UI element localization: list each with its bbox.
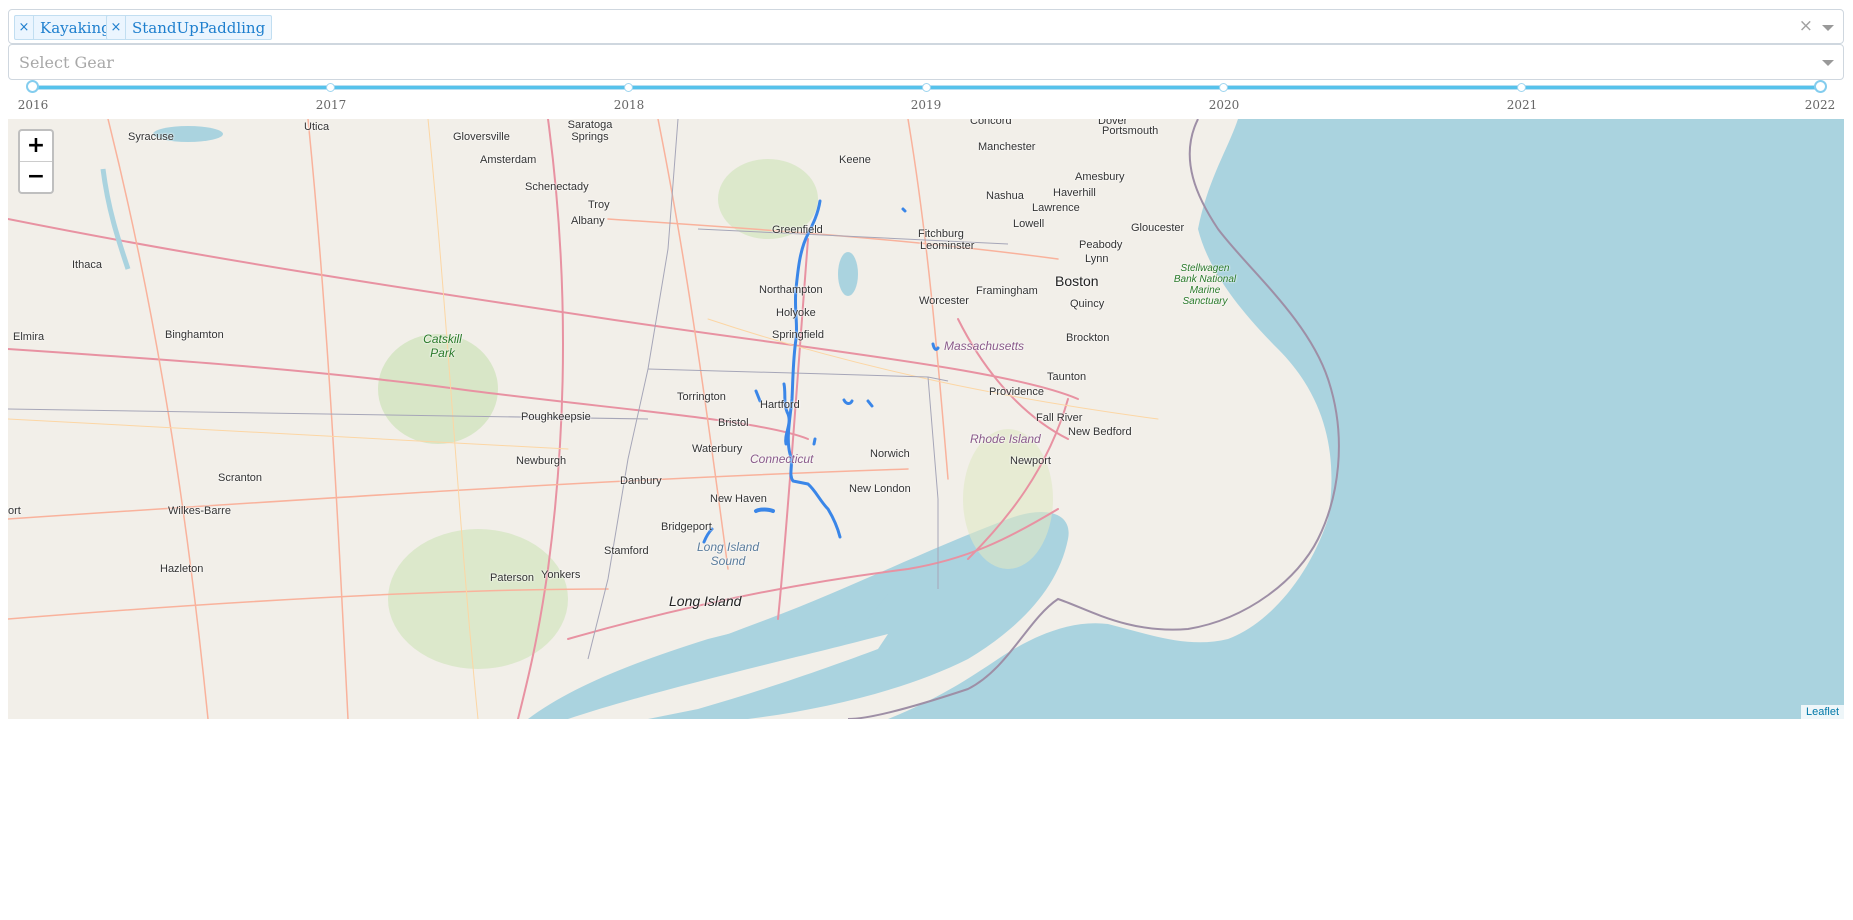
place-label: Lawrence <box>1032 202 1080 214</box>
zoom-control: + − <box>18 129 54 194</box>
state-label: Massachusetts <box>944 339 1025 353</box>
place-label: Gloucester <box>1131 222 1185 234</box>
place-label: Gloversville <box>453 131 510 143</box>
slider-mark[interactable]: 2017 <box>311 98 351 112</box>
remove-standuppaddling-icon[interactable]: × <box>107 16 126 39</box>
place-label: Hazleton <box>160 563 204 575</box>
zoom-out-button[interactable]: − <box>20 161 52 192</box>
place-label: Troy <box>588 199 610 211</box>
place-label: Saratoga Springs <box>567 119 613 143</box>
place-label: Stamford <box>604 545 649 557</box>
place-label: Taunton <box>1047 371 1087 383</box>
place-label: Scranton <box>218 472 263 484</box>
place-label: Concord <box>970 119 1012 127</box>
place-label: Keene <box>839 154 871 166</box>
place-label: Bridgeport <box>661 521 712 533</box>
place-label: Poughkeepsie <box>521 411 591 423</box>
place-label: New Haven <box>710 493 767 505</box>
place-label: Yonkers <box>541 569 581 581</box>
slider-dot <box>326 83 335 92</box>
place-label: Elmira <box>13 331 45 343</box>
remove-kayaking-icon[interactable]: × <box>15 16 34 39</box>
place-label: Fitchburg <box>918 228 964 240</box>
place-label: Utica <box>304 121 330 133</box>
place-label: Newburgh <box>516 455 567 467</box>
slider-dot <box>922 83 931 92</box>
place-label: Paterson <box>490 572 535 584</box>
tag-standuppaddling: × StandUpPaddling <box>106 15 273 40</box>
place-label: Long Island <box>669 593 742 609</box>
place-label: Amsterdam <box>480 154 537 166</box>
tag-label: StandUpPaddling <box>132 18 266 37</box>
place-label: Albany <box>571 215 605 227</box>
place-label: Leominster <box>920 240 975 252</box>
place-label: Brockton <box>1066 332 1110 344</box>
place-label: Amesbury <box>1075 171 1125 183</box>
dropdown-arrow-icon[interactable] <box>1822 25 1834 31</box>
place-label: Hartford <box>760 399 800 411</box>
place-label: Holyoke <box>776 307 816 319</box>
place-label: Newport <box>1010 455 1051 467</box>
place-label: ort <box>8 505 21 517</box>
place-label: Springfield <box>772 329 824 341</box>
slider-handle-start[interactable] <box>26 80 39 93</box>
map-container[interactable]: Syracuse Utica Gloversville Saratoga Spr… <box>8 119 1844 719</box>
clear-all-icon[interactable]: × <box>1799 16 1813 36</box>
place-label: Waterbury <box>692 443 743 455</box>
slider-dot <box>1219 83 1228 92</box>
state-label: Rhode Island <box>970 432 1041 446</box>
place-label: Manchester <box>978 141 1036 153</box>
place-label: Haverhill <box>1053 187 1096 199</box>
place-label: Norwich <box>870 448 910 460</box>
slider-mark[interactable]: 2020 <box>1204 98 1244 112</box>
leaflet-attribution-link[interactable]: Leaflet <box>1800 705 1844 719</box>
slider-dot <box>1517 83 1526 92</box>
map-tiles <box>8 119 1844 719</box>
place-label: Nashua <box>986 190 1024 202</box>
place-label: Binghamton <box>165 329 224 341</box>
slider-mark[interactable]: 2016 <box>13 98 53 112</box>
place-label: Providence <box>989 386 1045 398</box>
slider-mark[interactable]: 2022 <box>1800 98 1840 112</box>
state-label: Connecticut <box>750 452 814 466</box>
zoom-in-button[interactable]: + <box>20 131 52 161</box>
place-label: Peabody <box>1079 239 1123 251</box>
place-label: Danbury <box>620 475 662 487</box>
place-label: Wilkes-Barre <box>168 505 231 517</box>
year-range-slider[interactable]: 2016 2017 2018 2019 2020 2021 2022 <box>0 80 1853 118</box>
sanctuary-label: Stellwagen Bank National Marine Sanctuar… <box>1173 263 1237 307</box>
slider-handle-end[interactable] <box>1814 80 1827 93</box>
activity-multiselect[interactable]: × Kayaking × StandUpPaddling × <box>8 9 1844 44</box>
slider-mark[interactable]: 2018 <box>609 98 649 112</box>
place-label: Greenfield <box>772 224 823 236</box>
place-label: Northampton <box>759 284 823 296</box>
place-label: Torrington <box>677 391 726 403</box>
slider-dot <box>624 83 633 92</box>
place-label: Boston <box>1055 273 1099 289</box>
dropdown-arrow-icon[interactable] <box>1822 60 1834 66</box>
tag-label: Kayaking <box>40 18 111 37</box>
place-label: Portsmouth <box>1102 125 1159 137</box>
place-label: Quincy <box>1070 298 1105 310</box>
place-label: Bristol <box>718 417 749 429</box>
place-label: Fall River <box>1036 412 1083 424</box>
gear-select[interactable]: Select Gear <box>8 44 1844 80</box>
place-label: New Bedford <box>1068 426 1132 438</box>
slider-mark[interactable]: 2021 <box>1502 98 1542 112</box>
place-label: Lowell <box>1013 218 1045 230</box>
place-label: Syracuse <box>128 131 174 143</box>
place-label: New London <box>849 483 911 495</box>
gear-select-placeholder: Select Gear <box>19 53 114 72</box>
place-label: Worcester <box>919 295 969 307</box>
place-label: Schenectady <box>525 181 589 193</box>
place-label: Framingham <box>976 285 1038 297</box>
tag-kayaking: × Kayaking <box>14 15 118 40</box>
park-label: Catskill Park <box>423 332 462 360</box>
water-label: Long Island Sound <box>696 540 760 568</box>
place-label: Ithaca <box>72 259 102 271</box>
place-label: Lynn <box>1085 253 1109 265</box>
slider-mark[interactable]: 2019 <box>906 98 946 112</box>
